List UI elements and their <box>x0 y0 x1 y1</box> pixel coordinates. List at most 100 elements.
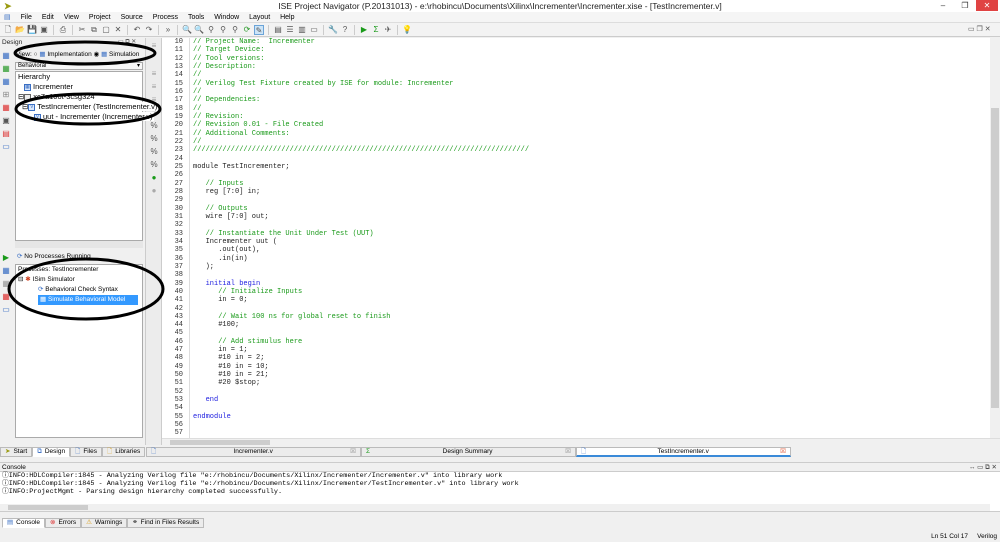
tab-warnings[interactable]: ⚠ Warnings <box>81 518 128 528</box>
wrench-icon[interactable]: 🔧 <box>328 25 338 35</box>
process-behavioral-check-syntax[interactable]: ⟳ Behavioral Check Syntax <box>16 285 142 295</box>
tab-find-in-files[interactable]: ⚭ Find in Files Results <box>127 518 205 528</box>
find-next-icon[interactable]: ⚲ <box>218 25 228 35</box>
run-process-icon[interactable]: ▶ <box>1 253 11 263</box>
paste-icon[interactable]: ▢ <box>101 25 111 35</box>
table-icon[interactable]: ▭ <box>1 305 11 315</box>
menu-source[interactable]: Source <box>117 12 147 23</box>
refresh-icon[interactable]: ⟳ <box>242 25 252 35</box>
tree-item-testincrementer[interactable]: ⊟ V TestIncrementer (TestIncrementer.v) <box>16 102 159 112</box>
implementation-radio[interactable]: ○ <box>34 51 38 58</box>
more-icon[interactable]: » <box>163 25 173 35</box>
collapse-icon[interactable]: ⊟ <box>18 276 23 283</box>
tab-design-summary[interactable]: Σ Design Summary ☒ <box>361 447 576 457</box>
code-editor[interactable]: 10 11 12 13 14 15 16 17 18 19 20 21 22 23 24 25 26 27 28 29… <box>162 38 990 438</box>
percent-icon[interactable]: % <box>149 147 159 157</box>
percent-icon[interactable]: % <box>149 134 159 144</box>
zoom-in-icon[interactable]: 🔍 <box>182 25 192 35</box>
tree-item-uut[interactable]: Vuut - Incrementer (Incrementer.v) <box>16 112 154 122</box>
maximize-button[interactable]: ❐ <box>954 0 976 11</box>
console-output[interactable]: ⓘINFO:HDLCompiler:1845 - Analyzing Veril… <box>0 472 1000 512</box>
scroll-thumb[interactable] <box>170 440 270 445</box>
process-simulate-behavioral-model[interactable]: ▦ Simulate Behavioral Model <box>16 295 142 305</box>
tab-start[interactable]: ➤ Start <box>0 447 33 457</box>
hierarchy-icon[interactable]: ▦ <box>1 51 11 61</box>
telescope-icon[interactable]: ✈ <box>383 25 393 35</box>
editor-hscrollbar[interactable] <box>162 438 1000 446</box>
save-all-icon[interactable]: ▣ <box>39 25 49 35</box>
tab-console[interactable]: ▤ Console <box>2 518 46 528</box>
comment-icon[interactable]: ≡ <box>149 82 159 92</box>
close-tab-icon[interactable]: ☒ <box>565 447 571 457</box>
search-icon[interactable]: ⚲ <box>230 25 240 35</box>
copy-icon[interactable]: ⧉ <box>89 25 99 35</box>
console-hscrollbar[interactable] <box>0 504 990 511</box>
report-icon[interactable]: ▦ <box>1 292 11 302</box>
menu-layout[interactable]: Layout <box>245 12 274 23</box>
tab-files[interactable]: 🗋 Files <box>70 447 103 457</box>
minimize-button[interactable]: – <box>932 0 954 11</box>
add-copy-icon[interactable]: ▦ <box>1 77 11 87</box>
rerun-icon[interactable]: ▦ <box>1 266 11 276</box>
editor-vscrollbar[interactable] <box>990 38 1000 438</box>
code-area[interactable]: // Project Name: Incrementer// Target De… <box>190 38 990 438</box>
scroll-thumb[interactable] <box>991 108 999 408</box>
report-icon[interactable]: ▤ <box>1 129 11 139</box>
cut-icon[interactable]: ✂ <box>77 25 87 35</box>
tree-item-device[interactable]: ⊟ xc7a100t-3csg324 <box>16 92 142 102</box>
properties-icon[interactable]: ▣ <box>1 116 11 126</box>
open-icon[interactable]: 📂 <box>15 25 25 35</box>
highlight-icon[interactable]: ✎ <box>254 24 264 35</box>
help-icon[interactable]: ? <box>340 25 350 35</box>
panel-controls[interactable]: ▭ ⧉ ✕ <box>118 38 136 46</box>
percent-icon[interactable]: % <box>149 160 159 170</box>
save-icon[interactable]: 💾 <box>27 25 37 35</box>
close-tab-icon[interactable]: ☒ <box>350 447 356 457</box>
menu-edit[interactable]: Edit <box>38 12 58 23</box>
simulation-radio[interactable]: ◉ <box>94 51 100 58</box>
tab-incrementer-v[interactable]: 🗋 Incrementer.v ☒ <box>146 447 361 457</box>
table-icon[interactable]: ▭ <box>1 142 11 152</box>
menu-file[interactable]: File <box>17 12 36 23</box>
tab-libraries[interactable]: 🗋 Libraries <box>102 447 146 457</box>
remove-icon[interactable]: ▦ <box>1 103 11 113</box>
simulation-label[interactable]: Simulation <box>109 51 139 58</box>
tile-vertical-icon[interactable]: ▥ <box>297 25 307 35</box>
indent-icon[interactable]: ≡ <box>149 41 159 51</box>
menu-help[interactable]: Help <box>276 12 298 23</box>
stop-icon[interactable]: ▦ <box>1 279 11 289</box>
close-tab-icon[interactable]: ☒ <box>780 447 786 457</box>
format-icon[interactable]: ≡ <box>149 69 159 79</box>
tab-errors[interactable]: ⊗ Errors <box>45 518 82 528</box>
delete-icon[interactable]: ✕ <box>113 25 123 35</box>
tab-design[interactable]: ⧉ Design <box>32 447 71 457</box>
percent-icon[interactable]: % <box>149 121 159 131</box>
zoom-out-icon[interactable]: 🔍 <box>194 25 204 35</box>
menu-project[interactable]: Project <box>85 12 115 23</box>
mdi-window-controls[interactable]: ▭ ❐ ✕ <box>968 25 991 33</box>
new-file-icon[interactable]: 🗋 <box>3 25 13 35</box>
close-button[interactable]: ✕ <box>976 0 998 11</box>
scroll-thumb[interactable] <box>8 505 88 510</box>
undo-icon[interactable]: ↶ <box>132 25 142 35</box>
tree-icon[interactable]: ⊞ <box>1 90 11 100</box>
stop-icon[interactable]: ● <box>149 186 159 196</box>
go-icon[interactable]: ● <box>149 173 159 183</box>
tab-testincrementer-v[interactable]: 🗋 TestIncrementer.v ☒ <box>576 447 791 457</box>
redo-icon[interactable]: ↷ <box>144 25 154 35</box>
console-panel-controls[interactable]: ↔ ▭ ⧉ ✕ <box>969 463 997 472</box>
implementation-label[interactable]: Implementation <box>47 51 91 58</box>
print-icon[interactable]: ⎙ <box>58 25 68 35</box>
lightbulb-icon[interactable]: 💡 <box>402 25 412 35</box>
tile-horizontal-icon[interactable]: ☰ <box>285 25 295 35</box>
tree-item-incrementer[interactable]: ▦ Incrementer <box>16 82 142 92</box>
run-icon[interactable]: ▶ <box>359 25 369 35</box>
process-isim-simulator[interactable]: ⊟ ✱ ISim Simulator <box>16 275 142 285</box>
find-icon[interactable]: ⚲ <box>206 25 216 35</box>
sigma-icon[interactable]: Σ <box>371 25 381 35</box>
menu-process[interactable]: Process <box>149 12 182 23</box>
behavior-select[interactable]: Behavioral ▾ <box>15 62 143 70</box>
cascade-icon[interactable]: ▤ <box>273 25 283 35</box>
hierarchy-hscrollbar[interactable] <box>15 241 143 248</box>
add-source-icon[interactable]: ▦ <box>1 64 11 74</box>
